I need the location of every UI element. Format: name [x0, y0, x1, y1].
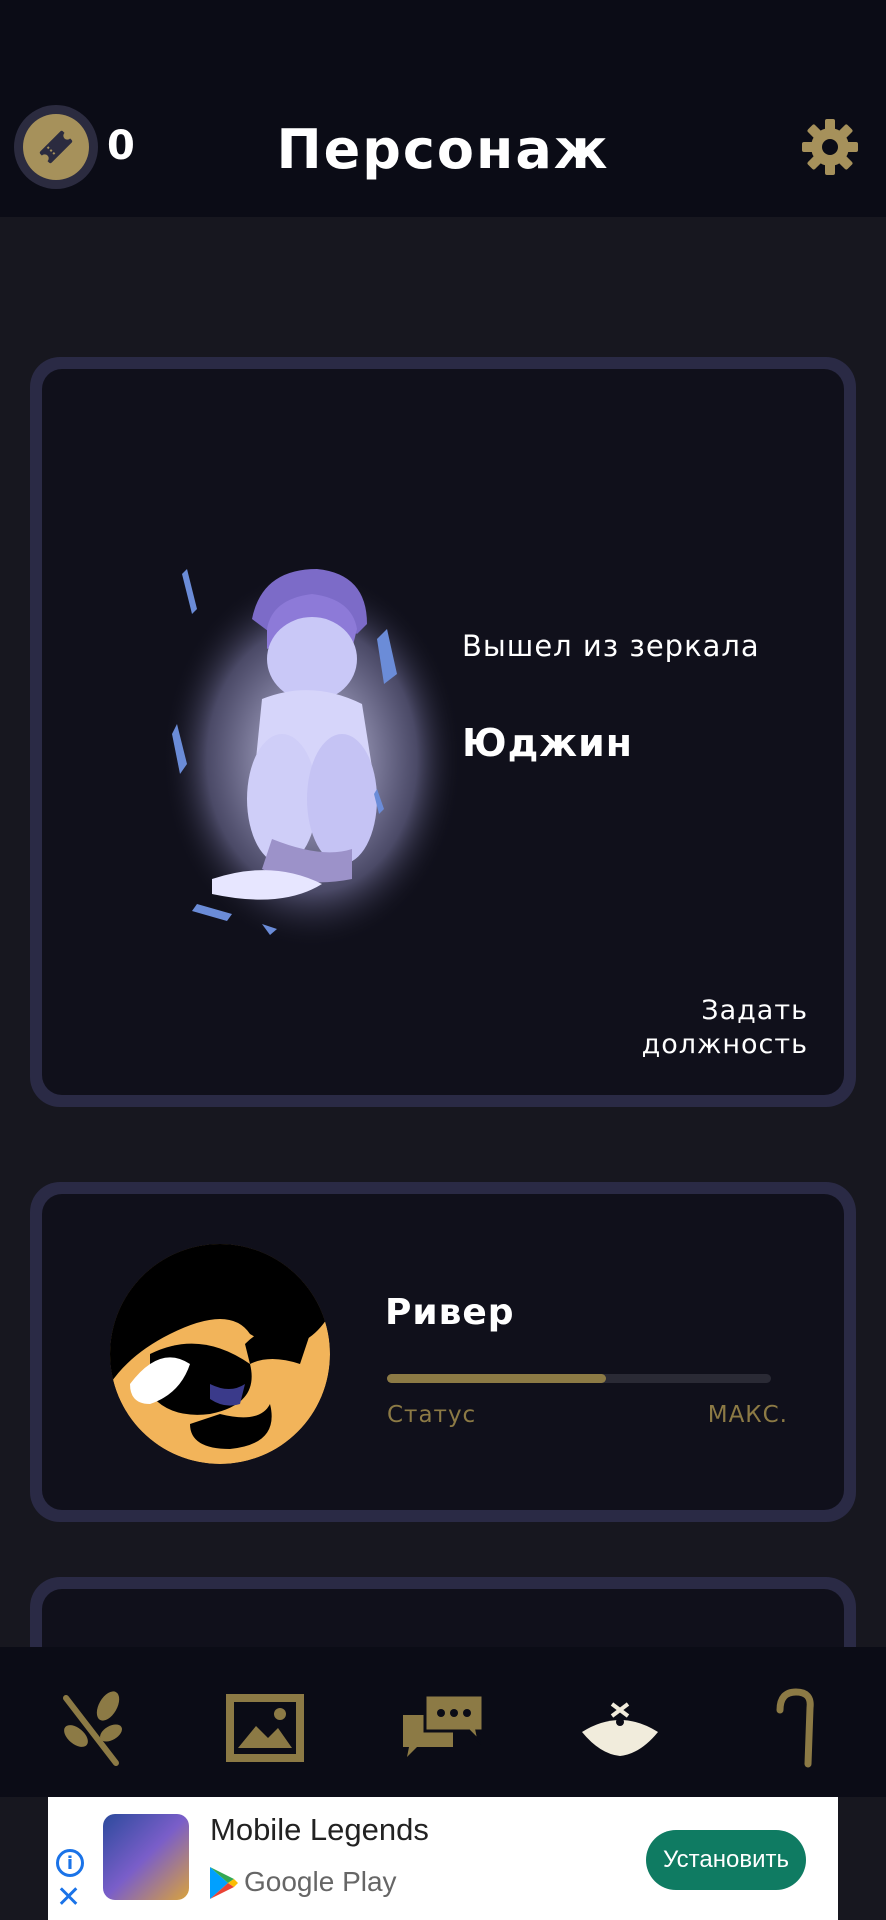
hat-icon[interactable] — [575, 1683, 665, 1773]
character-portrait — [162, 569, 462, 949]
page-title: Персонаж — [276, 118, 610, 181]
ad-install-button[interactable]: Установить — [646, 1830, 806, 1890]
origin-label: Вышел из зеркала — [462, 629, 760, 663]
header: 0 Персонаж — [0, 95, 886, 217]
ad-close-icon[interactable]: ✕ — [56, 1883, 81, 1913]
status-progress-bar — [387, 1374, 771, 1383]
cane-icon[interactable] — [752, 1683, 842, 1773]
ad-store-label: Google Play — [244, 1866, 397, 1897]
status-label: Статус — [387, 1402, 477, 1428]
chat-icon[interactable] — [398, 1683, 488, 1773]
status-progress-fill — [387, 1374, 606, 1383]
ad-title[interactable]: Mobile Legends — [210, 1812, 429, 1848]
max-label: МАКС. — [707, 1402, 788, 1428]
main-character-card[interactable]: Вышел из зеркала Юджин Задать должность — [30, 357, 856, 1107]
character-list[interactable]: Вышел из зеркала Юджин Задать должность … — [0, 217, 886, 1647]
status-bar — [0, 0, 886, 95]
character-name: Юджин — [462, 721, 633, 765]
ad-info-icon[interactable]: i — [56, 1849, 84, 1877]
gear-icon[interactable] — [800, 117, 860, 177]
character-name: Ривер — [385, 1292, 515, 1333]
ad-app-icon[interactable] — [103, 1814, 189, 1900]
character-card[interactable] — [30, 1577, 856, 1647]
gallery-icon[interactable] — [220, 1683, 310, 1773]
branch-icon[interactable] — [46, 1683, 136, 1773]
character-card-river[interactable]: Ривер Статус МАКС. — [30, 1182, 856, 1522]
river-avatar — [110, 1244, 330, 1464]
ad-banner[interactable]: i ✕ Mobile Legends Google Play Установит… — [48, 1797, 838, 1920]
assign-position-button[interactable]: Задать должность — [588, 994, 808, 1062]
character-avatar — [122, 1629, 322, 1647]
google-play-icon — [210, 1867, 238, 1899]
bottom-nav — [0, 1647, 886, 1797]
